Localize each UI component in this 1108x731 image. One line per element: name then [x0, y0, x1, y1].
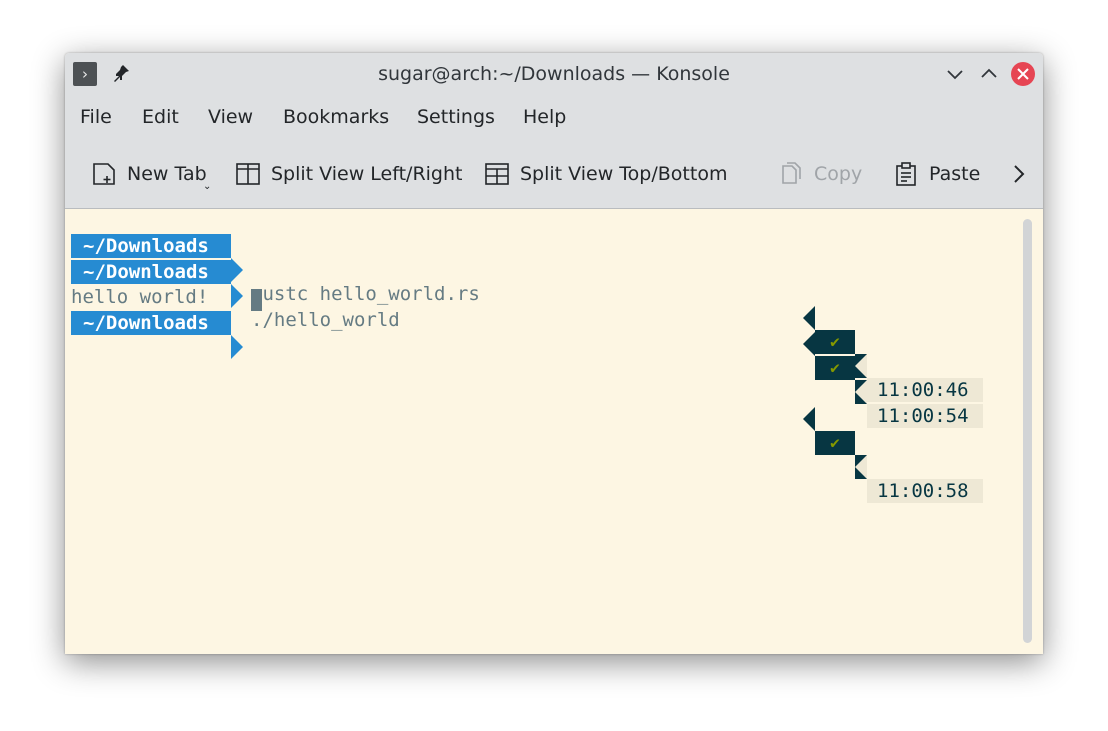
output-line: hello world! [71, 261, 1017, 308]
chevron-down-icon[interactable]: ⌄ [203, 181, 211, 192]
status-check-icon: ✔ [815, 330, 855, 354]
window-title: sugar@arch:~/Downloads — Konsole [378, 63, 730, 85]
status-arrow [803, 407, 815, 431]
window-chrome: › sugar@arch:~/Downloads — Konsole File … [65, 53, 1043, 209]
copy-label: Copy [814, 163, 863, 185]
text-cursor [251, 289, 262, 311]
split-top-bottom-button[interactable]: Split View Top/Bottom [484, 145, 727, 203]
paste-icon [896, 162, 916, 186]
menu-edit[interactable]: Edit [142, 97, 179, 137]
time-arrow [855, 455, 867, 479]
new-tab-button[interactable]: New Tab [91, 145, 207, 203]
prompt-directory: ~/Downloads [71, 311, 231, 335]
menu-bookmarks[interactable]: Bookmarks [283, 97, 389, 137]
status-check-icon: ✔ [815, 431, 855, 455]
chevron-right-icon[interactable] [1007, 161, 1031, 187]
close-button[interactable] [1011, 62, 1035, 86]
split-left-right-button[interactable]: Split View Left/Right [235, 145, 462, 203]
copy-icon [782, 162, 801, 184]
close-icon [1017, 68, 1029, 80]
time-arrow [855, 380, 867, 404]
terminal-area[interactable]: ~/Downloads rustc hello_world.rs ✔ 11:00… [71, 209, 1017, 654]
split-top-bottom-label: Split View Top/Bottom [520, 163, 728, 185]
time-arrow [855, 354, 867, 378]
new-tab-icon [93, 163, 115, 185]
prompt-arrow [231, 335, 243, 359]
paste-label: Paste [929, 163, 981, 185]
copy-button[interactable]: Copy [778, 145, 862, 203]
split-horizontal-icon [485, 163, 509, 185]
prompt-line: ~/Downloads rustc hello_world.rs ✔ 11:00… [71, 210, 1017, 402]
menu-file[interactable]: File [80, 97, 112, 137]
minimize-button[interactable] [943, 62, 967, 86]
main-toolbar: New Tab ⌄ Split View Left/Right Split Vi… [65, 145, 1043, 203]
vertical-scrollbar[interactable] [1023, 219, 1032, 643]
status-arrow [803, 332, 815, 356]
menu-view[interactable]: View [208, 97, 253, 137]
menu-settings[interactable]: Settings [417, 97, 495, 137]
title-bar[interactable]: › sugar@arch:~/Downloads — Konsole [65, 53, 1043, 95]
prompt-time: 11:00:46 [867, 378, 983, 402]
maximize-button[interactable] [977, 62, 1001, 86]
prompt-line: ~/Downloads ./hello_world ✔ 11:00:54 [71, 236, 1017, 428]
prompt-line: ~/Downloads ✔ 11:00:58 [71, 287, 1017, 503]
split-left-right-label: Split View Left/Right [271, 163, 463, 185]
command-text: ./hello_world [251, 309, 400, 331]
status-check-icon: ✔ [815, 356, 855, 380]
split-vertical-icon [236, 163, 260, 185]
prompt-time: 11:00:58 [867, 479, 983, 503]
new-tab-label: New Tab [127, 163, 207, 185]
prompt-time: 11:00:54 [867, 404, 983, 428]
menu-help[interactable]: Help [523, 97, 566, 137]
konsole-window: › sugar@arch:~/Downloads — Konsole File … [65, 53, 1043, 654]
paste-button[interactable]: Paste [893, 145, 980, 203]
menu-bar: File Edit View Bookmarks Settings Help [65, 97, 1043, 137]
